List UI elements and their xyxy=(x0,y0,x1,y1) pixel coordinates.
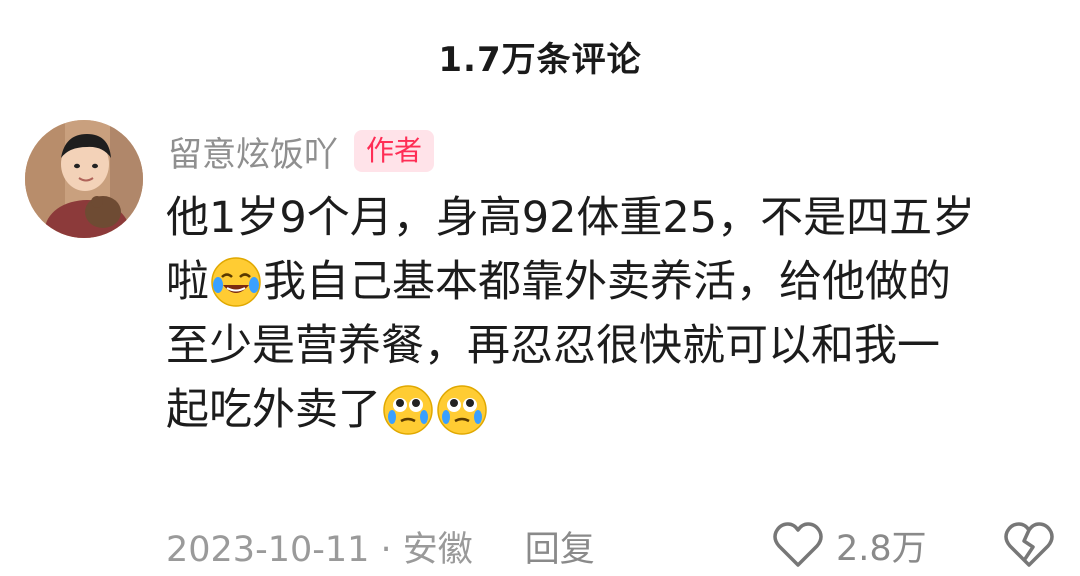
comment-line-text: 至少是营养餐，再忍忍很快就可以和我一 xyxy=(166,321,940,371)
comment-line-text: 我自己基本都靠外卖养活，给他做的 xyxy=(263,257,951,307)
comments-count-title: 1.7万条评论 xyxy=(438,40,642,80)
comments-page: 1.7万条评论 留意炫饭吖 作者 他1岁9个月，身高92体重25，不是四五岁 啦 xyxy=(0,0,1080,576)
comment-line: 至少是营养餐，再忍忍很快就可以和我一 xyxy=(166,314,1046,378)
reply-button[interactable]: 回复 xyxy=(525,521,595,572)
username[interactable]: 留意炫饭吖 xyxy=(168,127,338,176)
teary-eyed-emoji-icon xyxy=(383,385,433,435)
laughing-crying-emoji-icon xyxy=(211,257,261,307)
comment-line: 起吃外卖了 xyxy=(166,378,1046,442)
comment-line-text: 起吃外卖了 xyxy=(166,385,381,435)
comment-line-text: 他1岁9个月，身高92体重25，不是四五岁 xyxy=(166,193,976,243)
username-row: 留意炫饭吖 作者 xyxy=(168,127,435,176)
date-location: 2023-10-11 · 安徽 xyxy=(166,529,473,570)
comment-line: 他1岁9个月，身高92体重25，不是四五岁 xyxy=(166,186,1046,250)
comment-text: 他1岁9个月，身高92体重25，不是四五岁 啦 我自己基本都靠外卖养活，给他做的… xyxy=(166,186,1046,442)
comment-line: 啦 我自己基本都靠外卖养活，给他做的 xyxy=(166,250,1046,314)
avatar[interactable] xyxy=(25,120,143,238)
comment-line-text: 啦 xyxy=(166,257,209,307)
teary-eyed-emoji-icon xyxy=(437,385,487,435)
child-avatar-image xyxy=(25,120,143,238)
author-badge: 作者 xyxy=(354,130,435,172)
like-group: 2.8万 xyxy=(772,520,927,570)
dislike-broken-heart-icon[interactable] xyxy=(1003,521,1055,569)
like-count: 2.8万 xyxy=(836,528,927,569)
comment-footer: 2023-10-11 · 安徽 回复 xyxy=(166,522,595,570)
heart-icon[interactable] xyxy=(772,521,824,569)
